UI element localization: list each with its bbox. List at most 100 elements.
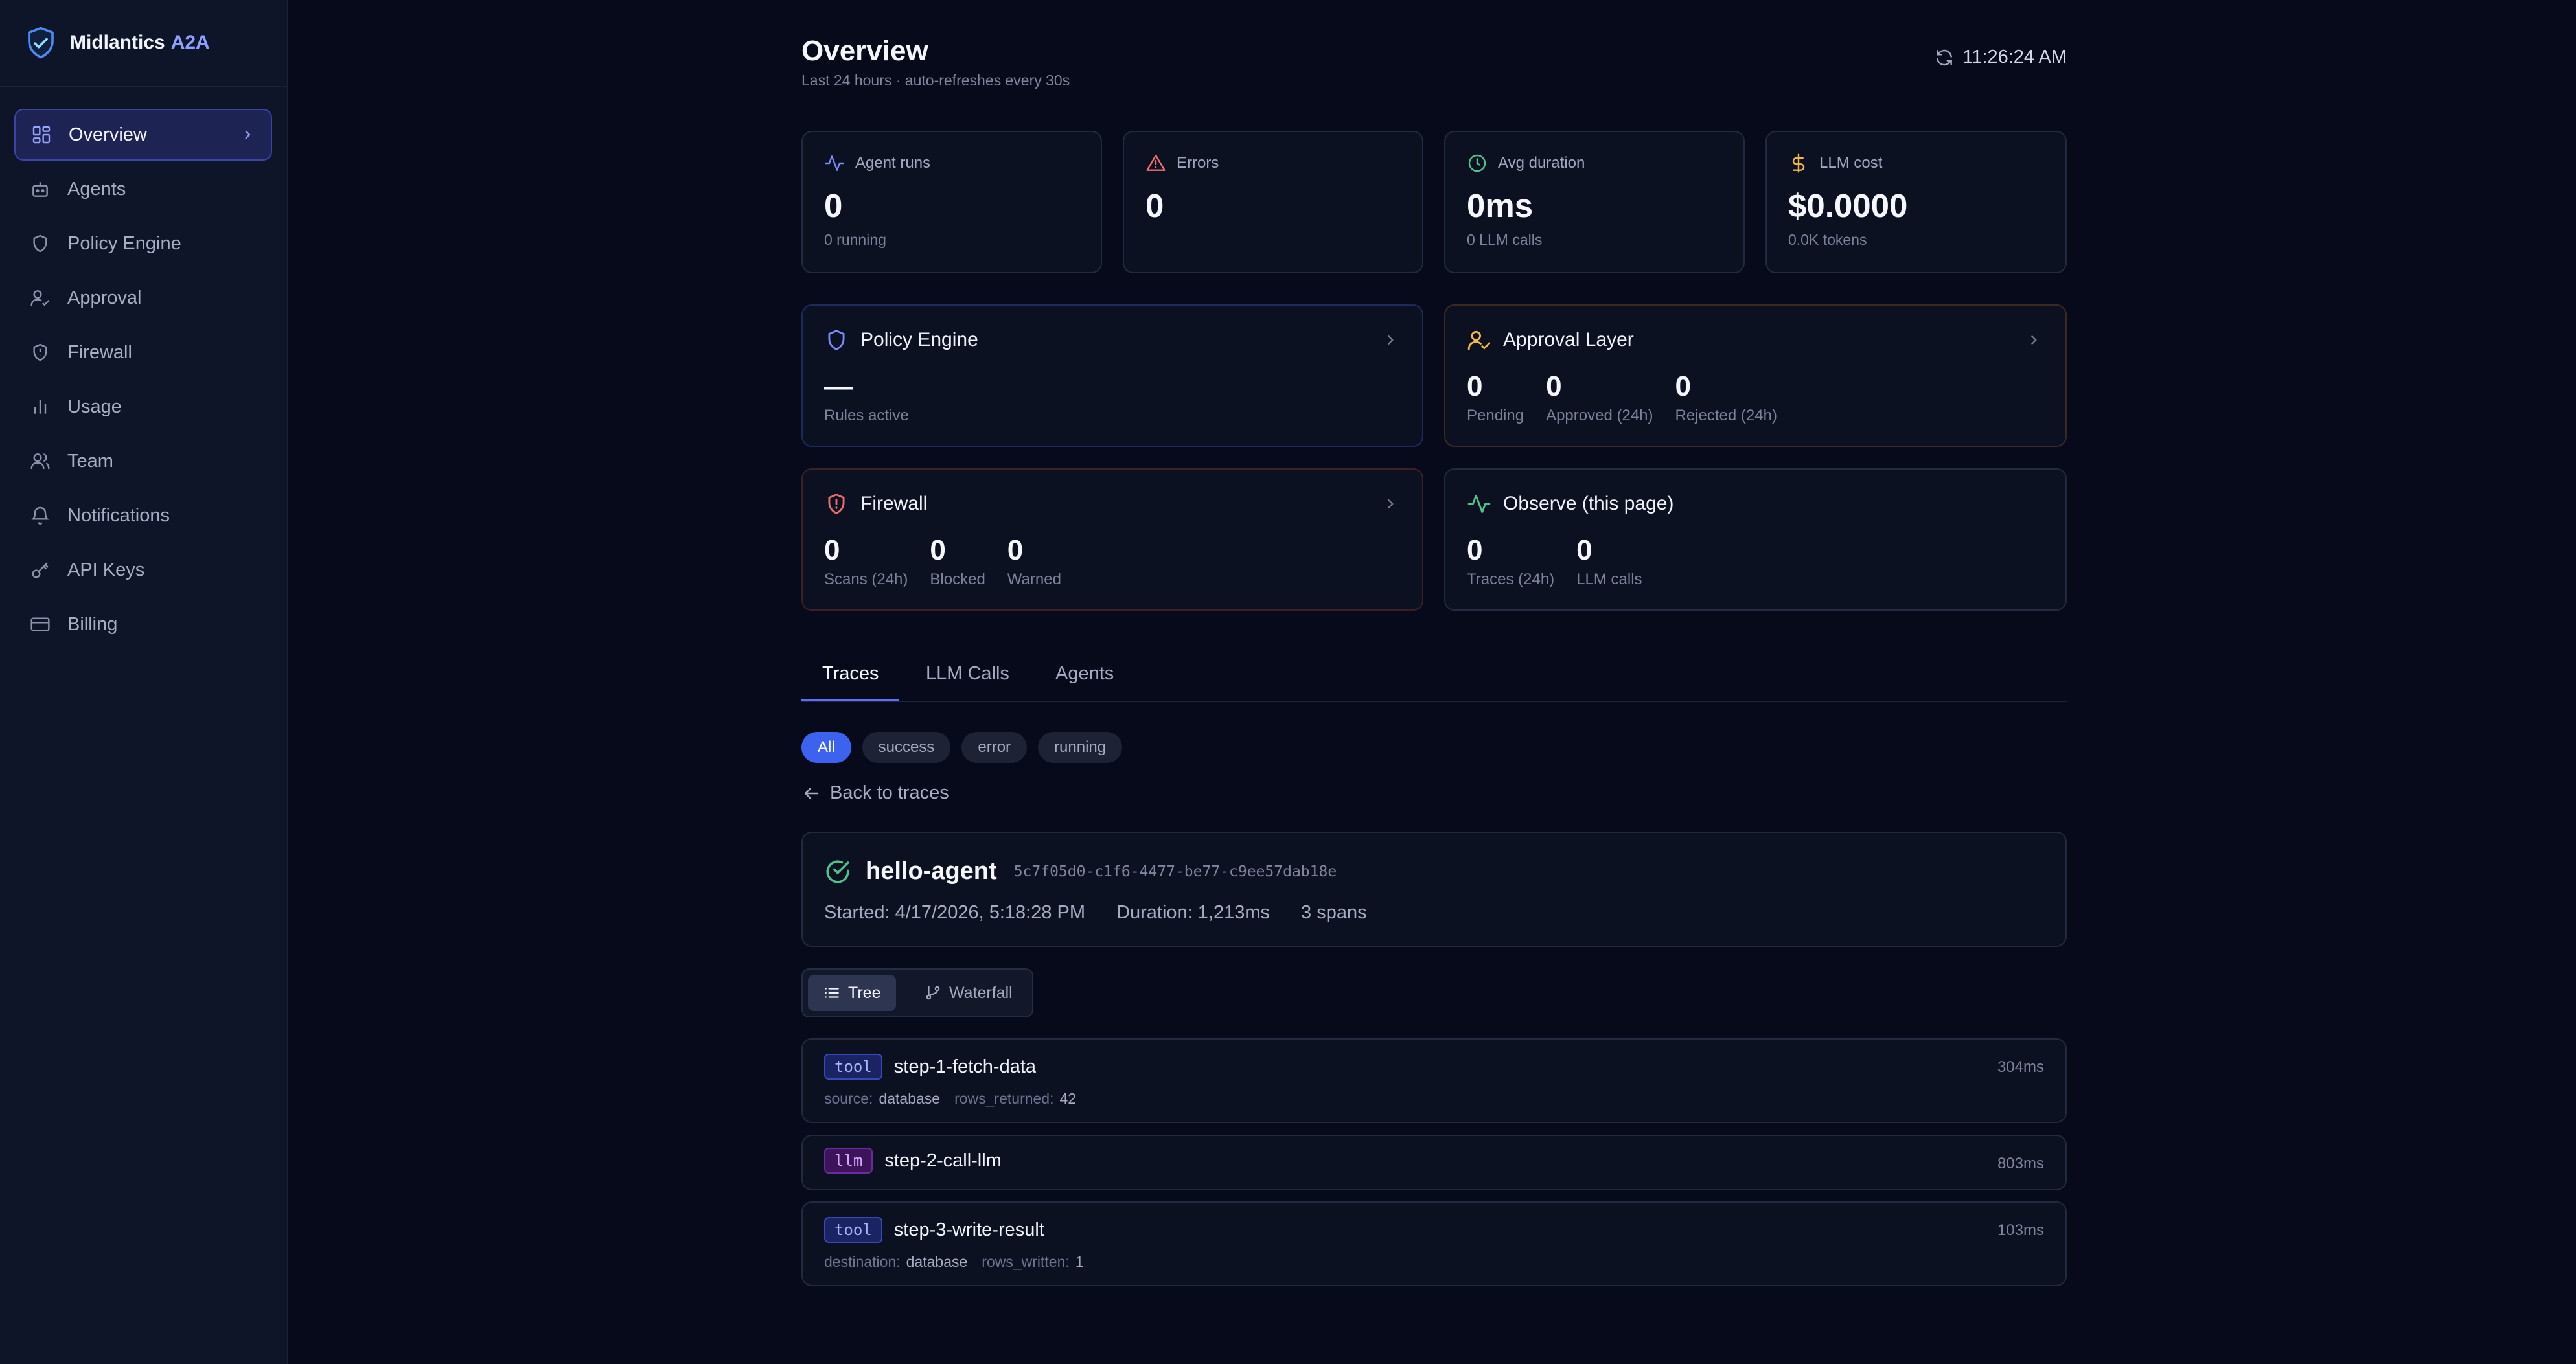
trace-started: Started: 4/17/2026, 5:18:28 PM <box>824 902 1086 923</box>
sidebar-item-label: Firewall <box>67 341 132 363</box>
attr-value: 42 <box>1059 1090 1077 1107</box>
metric-label: Traces (24h) <box>1467 571 1555 588</box>
metric-value: 0 <box>1576 534 1593 566</box>
firewall-card[interactable]: Firewall 0 Scans (24h) 0 Blocked 0 Warne… <box>801 468 1423 611</box>
tab-bar: Traces LLM Calls Agents <box>801 655 2067 702</box>
sidebar: Midlantics A2A Overview Agents Policy Eng… <box>0 0 288 1364</box>
stat-card-avg-duration: Avg duration 0ms 0 LLM calls <box>1444 131 1745 273</box>
stat-card-errors: Errors 0 <box>1123 131 1423 273</box>
tab-traces[interactable]: Traces <box>822 663 879 699</box>
metric-value: 0 <box>1467 370 1483 402</box>
span-head: tool step-1-fetch-data <box>824 1054 1036 1080</box>
shield-alert-icon <box>33 343 47 361</box>
stat-card-llm-cost: LLM cost $0.0000 0.0K tokens <box>1765 131 2067 273</box>
approval-layer-card[interactable]: Approval Layer 0 Pending 0 Approved (24h… <box>1444 304 2067 447</box>
trace-span-count: 3 spans <box>1301 902 1367 923</box>
attr-key: destination: <box>824 1253 901 1270</box>
sidebar-nav: Overview Agents Policy Engine Approval F… <box>14 109 272 653</box>
tree-view-button[interactable]: Tree <box>808 975 897 1011</box>
stat-sub: 0 running <box>824 231 886 248</box>
sidebar-item-api-keys[interactable]: API Keys <box>14 544 272 596</box>
sidebar-item-label: Agents <box>67 178 126 199</box>
tab-agents[interactable]: Agents <box>1055 663 1114 699</box>
observe-card: Observe (this page) 0 Traces (24h) 0 LLM… <box>1444 468 2067 611</box>
shield-icon <box>828 330 845 350</box>
trace-duration: Duration: 1,213ms <box>1116 902 1271 923</box>
metric-label: Rules active <box>824 407 909 424</box>
metrics: 0 Traces (24h) 0 LLM calls <box>1467 534 1664 589</box>
sidebar-item-approval[interactable]: Approval <box>14 272 272 324</box>
metrics: 0 Pending 0 Approved (24h) 0 Rejected (2… <box>1467 370 1799 425</box>
trace-title: hello-agent 5c7f05d0-c1f6-4477-be77-c9ee… <box>824 858 1337 885</box>
metric-value: 0 <box>1546 370 1562 402</box>
brand[interactable]: Midlantics A2A <box>23 23 210 62</box>
metric-value: 0 <box>824 534 840 566</box>
bar-chart-icon <box>34 400 47 414</box>
attr-key: source: <box>824 1090 873 1107</box>
card-header: Policy Engine <box>824 328 978 352</box>
chevron-right-icon <box>1387 499 1394 509</box>
metric-approved: 0 Approved (24h) <box>1546 370 1653 425</box>
refresh-button[interactable]: 11:26:24 AM <box>1934 47 2067 68</box>
card-header: Firewall <box>824 492 927 516</box>
alert-triangle-icon <box>1146 154 1166 171</box>
attr-key: rows_written: <box>982 1253 1070 1270</box>
attr-key: rows_returned: <box>954 1090 1054 1107</box>
stat-label: Agent runs <box>824 153 930 174</box>
span-name: step-2-call-llm <box>884 1150 1002 1171</box>
span-type-badge: llm <box>824 1148 873 1174</box>
sidebar-item-notifications[interactable]: Notifications <box>14 490 272 541</box>
filter-error[interactable]: error <box>961 732 1028 763</box>
sidebar-divider <box>0 86 287 87</box>
sidebar-item-usage[interactable]: Usage <box>14 381 272 433</box>
activity-icon <box>825 155 844 171</box>
tab-llm-calls[interactable]: LLM Calls <box>926 663 1009 699</box>
metric-label: Blocked <box>930 571 985 588</box>
stat-value: $0.0000 <box>1788 187 1908 224</box>
user-check-icon <box>30 290 50 306</box>
back-to-traces-link[interactable]: Back to traces <box>801 782 949 804</box>
arrow-left-icon <box>805 787 819 799</box>
attr-value: database <box>906 1253 968 1270</box>
span-row[interactable]: tool step-1-fetch-data 304ms source: dat… <box>801 1038 2067 1123</box>
stat-label: Avg duration <box>1467 153 1585 174</box>
metric-value: 0 <box>1675 370 1691 402</box>
filter-success[interactable]: success <box>862 732 951 763</box>
filter-running[interactable]: running <box>1038 732 1123 763</box>
metric-llm-calls: 0 LLM calls <box>1576 534 1642 589</box>
stat-sub: 0.0K tokens <box>1788 231 1867 248</box>
view-toggle: Tree Waterfall <box>801 968 1033 1017</box>
metric-rules-active: — Rules active <box>824 370 909 425</box>
credit-card-icon <box>30 617 50 631</box>
shield-alert-icon <box>828 494 845 514</box>
filter-all[interactable]: All <box>801 732 851 763</box>
metric-traces: 0 Traces (24h) <box>1467 534 1554 589</box>
sidebar-item-firewall[interactable]: Firewall <box>14 326 272 378</box>
back-label: Back to traces <box>830 782 949 803</box>
trace-meta: Started: 4/17/2026, 5:18:28 PM Duration:… <box>824 902 1398 924</box>
attr-value: database <box>879 1090 941 1107</box>
span-row[interactable]: llm step-2-call-llm 803ms <box>801 1135 2067 1190</box>
clock-icon <box>1468 154 1486 172</box>
sidebar-item-billing[interactable]: Billing <box>14 598 272 650</box>
sidebar-item-policy-engine[interactable]: Policy Engine <box>14 218 272 269</box>
trace-id: 5c7f05d0-c1f6-4477-be77-c9ee57dab18e <box>1013 863 1337 880</box>
bell-icon <box>31 506 49 525</box>
policy-engine-card[interactable]: Policy Engine — Rules active <box>801 304 1423 447</box>
sidebar-item-team[interactable]: Team <box>14 435 272 487</box>
sidebar-item-overview[interactable]: Overview <box>14 109 272 161</box>
sidebar-item-label: API Keys <box>67 559 145 580</box>
metric-label: Rejected (24h) <box>1675 407 1777 424</box>
attr-value: 1 <box>1075 1253 1084 1270</box>
span-head: tool step-3-write-result <box>824 1217 1044 1243</box>
span-row[interactable]: tool step-3-write-result 103ms destinati… <box>801 1201 2067 1286</box>
stat-label: Errors <box>1145 153 1219 174</box>
span-duration: 304ms <box>1997 1058 2044 1076</box>
sidebar-item-label: Approval <box>67 287 142 308</box>
waterfall-view-button[interactable]: Waterfall <box>909 975 1028 1011</box>
metric-label: LLM calls <box>1576 571 1642 588</box>
metric-warned: 0 Warned <box>1007 534 1061 589</box>
sidebar-item-agents[interactable]: Agents <box>14 163 272 215</box>
metric-label: Pending <box>1467 407 1524 424</box>
metrics: 0 Scans (24h) 0 Blocked 0 Warned <box>824 534 1083 589</box>
